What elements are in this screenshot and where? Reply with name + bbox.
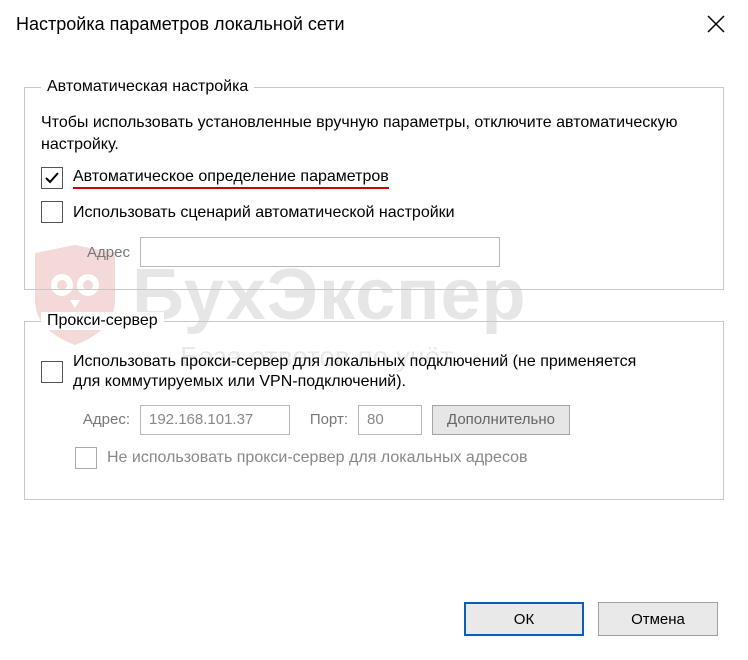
bypass-local-label: Не использовать прокси-сервер для локаль… [107, 448, 528, 467]
auto-config-legend: Автоматическая настройка [41, 78, 254, 96]
checkmark-icon [44, 170, 60, 186]
bypass-local-row: Не использовать прокси-сервер для локаль… [75, 447, 707, 469]
use-proxy-checkbox[interactable] [41, 361, 63, 383]
proxy-legend: Прокси-сервер [41, 312, 164, 330]
close-icon [707, 15, 725, 33]
bypass-local-checkbox [75, 447, 97, 469]
use-proxy-row: Использовать прокси-сервер для локальных… [41, 352, 707, 390]
cancel-button[interactable]: Отмена [598, 602, 718, 636]
proxy-address-label: Адрес: [75, 411, 130, 428]
script-address-row: Адрес [75, 237, 707, 267]
use-proxy-label: Использовать прокси-сервер для локальных… [73, 352, 653, 390]
dialog-footer: ОК Отмена [464, 602, 718, 636]
auto-detect-label: Автоматическое определение параметров [73, 167, 389, 189]
use-script-row: Использовать сценарий автоматической нас… [41, 201, 707, 223]
auto-config-group: Автоматическая настройка Чтобы использов… [24, 78, 724, 290]
dialog-title: Настройка параметров локальной сети [16, 14, 345, 35]
proxy-address-row: Адрес: Порт: Дополнительно [75, 405, 707, 435]
use-script-checkbox[interactable] [41, 201, 63, 223]
ok-button[interactable]: ОК [464, 602, 584, 636]
script-address-label: Адрес [75, 244, 130, 261]
titlebar: Настройка параметров локальной сети [0, 0, 748, 48]
script-address-input [140, 237, 500, 267]
auto-detect-checkbox[interactable] [41, 167, 63, 189]
proxy-group: Прокси-сервер Использовать прокси-сервер… [24, 312, 724, 499]
auto-detect-row: Автоматическое определение параметров [41, 167, 707, 189]
advanced-button: Дополнительно [432, 405, 570, 435]
close-button[interactable] [696, 4, 736, 44]
proxy-address-input [140, 405, 290, 435]
proxy-port-label: Порт: [300, 411, 348, 428]
proxy-port-input [358, 405, 422, 435]
use-script-label: Использовать сценарий автоматической нас… [73, 203, 455, 222]
auto-config-desc: Чтобы использовать установленные вручную… [41, 112, 707, 155]
